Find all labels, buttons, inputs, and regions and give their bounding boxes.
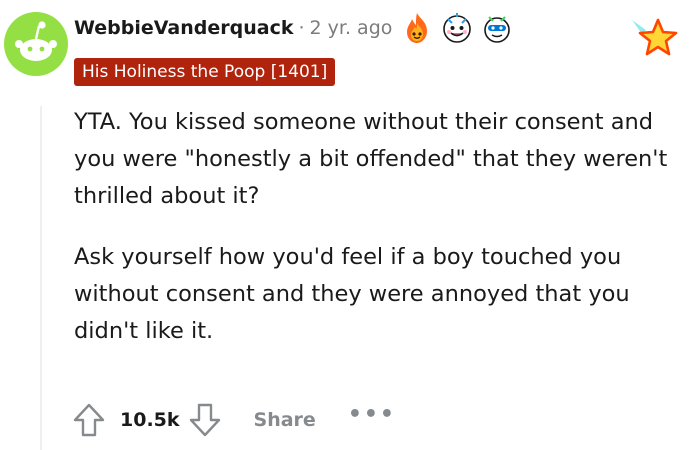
wholesome-award-icon[interactable] (440, 11, 474, 45)
comment-paragraph: Ask yourself how you'd feel if a boy tou… (74, 244, 630, 344)
thread-line[interactable] (40, 106, 42, 450)
award-list (400, 11, 514, 45)
upvote-arrow-icon (73, 403, 105, 437)
vote-score: 10.5k (120, 409, 180, 431)
fire-award-icon[interactable] (400, 11, 434, 45)
comment-header: WebbieVanderquack · 2 yr. ago (74, 12, 514, 44)
share-button[interactable]: Share (254, 409, 316, 431)
downvote-button[interactable] (184, 398, 226, 442)
comment-actions: 10.5k Share ••• (68, 398, 396, 442)
helpful-award-icon[interactable] (480, 11, 514, 45)
comment-card: WebbieVanderquack · 2 yr. ago His Holine… (0, 0, 700, 450)
downvote-arrow-icon (189, 403, 220, 437)
comment-paragraph: YTA. You kissed someone without their co… (74, 109, 668, 209)
username-link[interactable]: WebbieVanderquack (74, 17, 293, 39)
meta-separator: · (298, 17, 305, 39)
more-options-button[interactable]: ••• (348, 402, 396, 427)
avatar[interactable] (4, 12, 68, 76)
user-flair-badge: His Holiness the Poop [1401] (74, 58, 336, 86)
timestamp-link[interactable]: 2 yr. ago (310, 17, 393, 39)
upvote-button[interactable] (68, 398, 110, 442)
comment-body: YTA. You kissed someone without their co… (74, 104, 684, 374)
star-award-icon[interactable] (630, 16, 678, 60)
